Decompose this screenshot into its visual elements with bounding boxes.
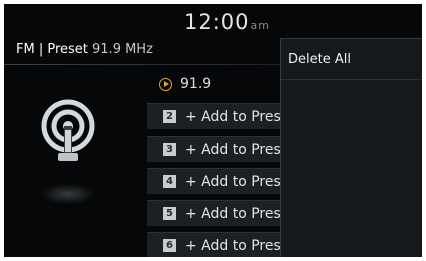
radio-antenna-icon bbox=[40, 99, 96, 204]
clock-time: 12:00 bbox=[184, 10, 250, 34]
add-to-preset-label: + Add to Preset bbox=[185, 173, 295, 190]
frequency-label: 91.9 MHz bbox=[92, 42, 153, 57]
delete-all-menu-item[interactable]: Delete All bbox=[281, 39, 422, 80]
preset-item[interactable]: 3 + Add to Preset bbox=[147, 136, 297, 162]
mode-header: FM | Preset 91.9 MHz bbox=[16, 42, 153, 57]
preset-number-badge: 6 bbox=[163, 239, 176, 252]
preset-number-badge: 3 bbox=[163, 143, 176, 156]
preset-number-badge: 2 bbox=[163, 110, 176, 123]
preset-number-badge: 4 bbox=[163, 175, 176, 188]
now-playing-frequency: 91.9 bbox=[180, 76, 212, 92]
play-circle-icon bbox=[159, 77, 172, 91]
preset-item[interactable]: 4 + Add to Preset bbox=[147, 168, 297, 194]
preset-item[interactable]: 6 + Add to Preset bbox=[147, 232, 297, 257]
now-playing-row[interactable]: 91.9 bbox=[159, 75, 211, 93]
radio-screen: 12:00am FM | Preset 91.9 MHz 91.9 2 + Ad… bbox=[4, 4, 422, 257]
add-to-preset-label: + Add to Preset bbox=[185, 237, 295, 254]
clock-ampm: am bbox=[250, 19, 270, 32]
add-to-preset-label: + Add to Preset bbox=[185, 108, 295, 125]
preset-item[interactable]: 2 + Add to Preset bbox=[147, 103, 297, 129]
options-popup-menu: Delete All bbox=[280, 38, 422, 257]
band-preset-label: FM | Preset bbox=[16, 42, 88, 57]
preset-number-badge: 5 bbox=[163, 207, 176, 220]
preset-item[interactable]: 5 + Add to Preset bbox=[147, 200, 297, 226]
clock: 12:00am bbox=[4, 10, 270, 34]
add-to-preset-label: + Add to Preset bbox=[185, 141, 295, 158]
add-to-preset-label: + Add to Preset bbox=[185, 205, 295, 222]
header-divider bbox=[4, 64, 280, 65]
